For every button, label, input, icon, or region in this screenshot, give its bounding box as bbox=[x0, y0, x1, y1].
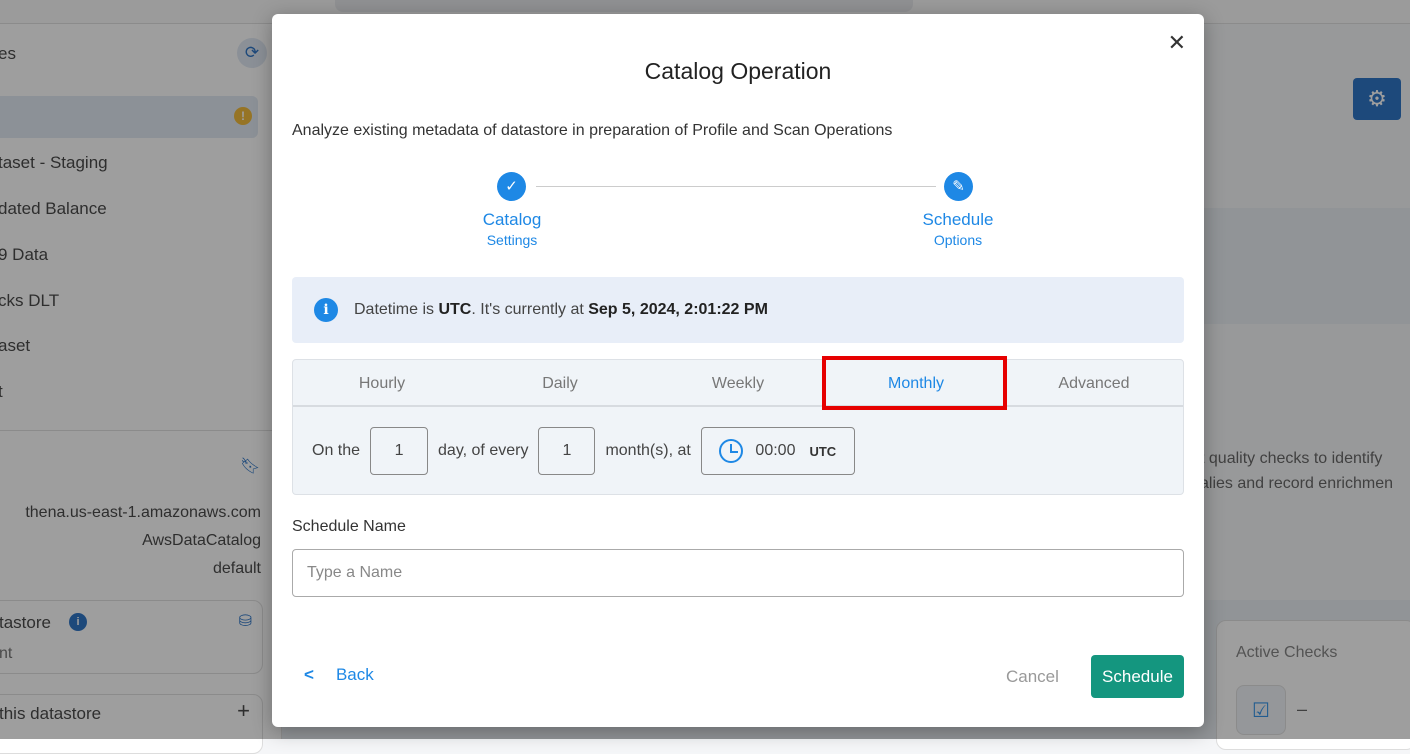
chevron-left-icon: < bbox=[304, 665, 314, 684]
dialog-description: Analyze existing metadata of datastore i… bbox=[292, 122, 893, 139]
tab-daily[interactable]: Daily bbox=[471, 360, 649, 405]
back-button[interactable]: < Back bbox=[304, 665, 374, 685]
schedule-button[interactable]: Schedule bbox=[1091, 655, 1184, 698]
month-interval-input[interactable]: 1 bbox=[538, 427, 596, 475]
time-picker[interactable]: 00:00 UTC bbox=[700, 427, 855, 475]
schedule-name-input[interactable] bbox=[292, 549, 1184, 597]
day-input[interactable]: 1 bbox=[370, 427, 429, 475]
catalog-operation-dialog: ✕ Catalog Operation Analyze existing met… bbox=[272, 14, 1204, 727]
back-label: Back bbox=[335, 665, 374, 684]
schedule-tabs: Hourly Daily Weekly Monthly Advanced bbox=[293, 360, 1183, 407]
timezone-label: UTC bbox=[809, 443, 837, 459]
step-sublabel: Options bbox=[933, 232, 983, 248]
step-schedule-options[interactable]: Schedule Options bbox=[898, 210, 1018, 248]
tab-weekly[interactable]: Weekly bbox=[649, 360, 827, 405]
timezone-info-text: Datetime is UTC. It's currently at Sep 5… bbox=[354, 301, 768, 318]
schedule-name-label: Schedule Name bbox=[292, 518, 406, 535]
info-icon: i bbox=[314, 298, 338, 322]
tab-advanced[interactable]: Advanced bbox=[1005, 360, 1183, 405]
step-label: Catalog bbox=[482, 210, 542, 229]
step-sublabel: Settings bbox=[486, 232, 538, 248]
clock-icon bbox=[719, 439, 744, 463]
step-label: Schedule bbox=[922, 210, 994, 229]
dialog-title: Catalog Operation bbox=[644, 58, 832, 84]
stepper-line bbox=[536, 186, 936, 187]
cancel-button[interactable]: Cancel bbox=[1006, 667, 1059, 687]
timezone-info-banner: i Datetime is UTC. It's currently at Sep… bbox=[292, 277, 1184, 343]
tab-hourly[interactable]: Hourly bbox=[293, 360, 471, 405]
time-value: 00:00 bbox=[755, 442, 796, 459]
close-icon[interactable]: ✕ bbox=[1168, 30, 1186, 56]
day-of-every-label: day, of every bbox=[438, 442, 529, 459]
schedule-panel: Hourly Daily Weekly Monthly Advanced On … bbox=[292, 356, 1184, 495]
on-the-label: On the bbox=[312, 442, 361, 459]
months-at-label: month(s), at bbox=[605, 442, 691, 459]
step-catalog-settings[interactable]: Catalog Settings bbox=[452, 210, 572, 248]
monthly-schedule-row: On the 1 day, of every 1 month(s), at 00… bbox=[312, 427, 855, 475]
pencil-icon: ✎ bbox=[944, 172, 973, 201]
check-icon: ✓ bbox=[497, 172, 526, 201]
highlight-box bbox=[822, 356, 1007, 410]
